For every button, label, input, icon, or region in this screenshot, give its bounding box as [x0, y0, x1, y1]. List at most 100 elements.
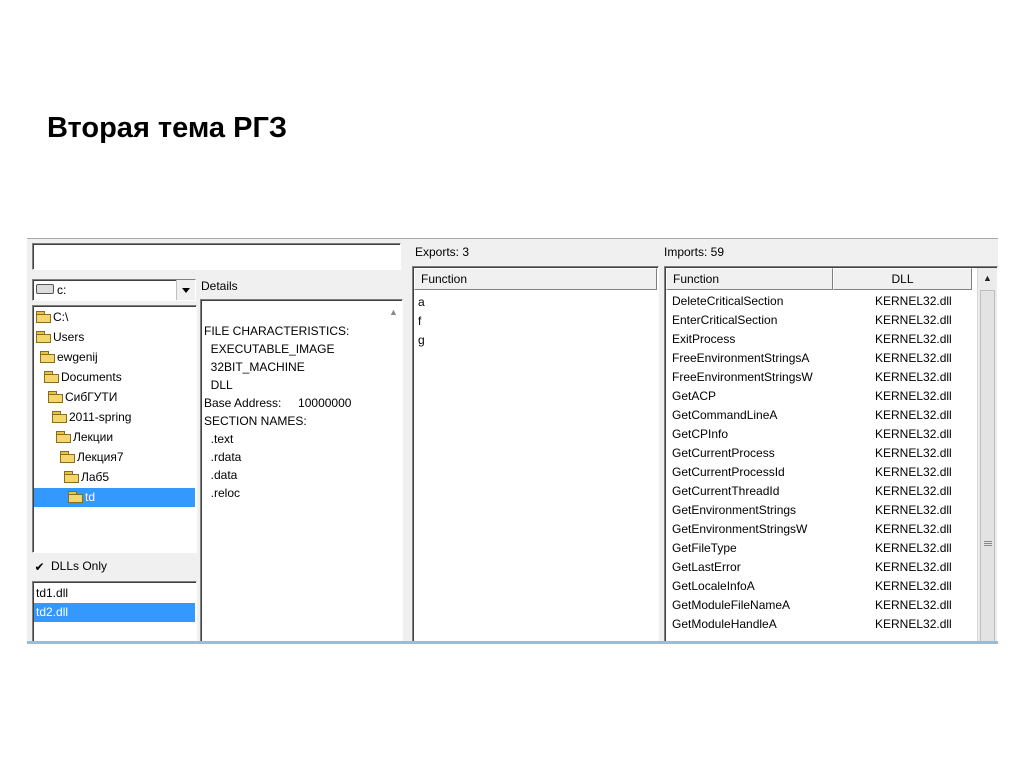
scrollbar-thumb[interactable]	[980, 290, 995, 641]
imports-list: Function DLL DeleteCriticalSection KERNEL…	[664, 266, 998, 641]
folder-icon	[48, 391, 63, 403]
file-list-item[interactable]: td2.dll	[34, 603, 195, 622]
folder-tree-item[interactable]: td	[34, 488, 195, 507]
details-panel: FILE CHARACTERISTICS: EXECUTABLE_IMAGE 3…	[200, 299, 403, 641]
drive-select[interactable]: c:	[32, 279, 196, 301]
folder-tree-item[interactable]: Лаб5	[34, 468, 195, 487]
exports-count: Exports: 3	[415, 245, 470, 259]
import-dll: KERNEL32.dll	[875, 446, 952, 460]
folder-tree: C:\ Users ewgenij Documents СибГУТИ 2011-spri…	[32, 305, 197, 553]
import-row[interactable]: GetEnvironmentStrings KERNEL32.dll	[666, 501, 976, 520]
exports-column-function[interactable]: Function	[414, 268, 657, 290]
import-function: GetEnvironmentStringsW	[672, 522, 808, 536]
import-row[interactable]: GetCurrentThreadId KERNEL32.dll	[666, 482, 976, 501]
details-line: SECTION NAMES:	[204, 414, 307, 428]
import-function: FreeEnvironmentStringsA	[672, 351, 810, 365]
folder-tree-item[interactable]: Users	[34, 328, 195, 347]
export-item[interactable]: f	[418, 312, 421, 331]
folder-label: td	[85, 490, 96, 504]
import-function: GetFileType	[672, 541, 737, 555]
folder-icon	[52, 411, 67, 423]
file-list-item[interactable]: td1.dll	[34, 584, 195, 603]
import-row[interactable]: GetCPInfo KERNEL32.dll	[666, 425, 976, 444]
folder-tree-item[interactable]: Лекция7	[34, 448, 195, 467]
details-line: .rdata	[204, 450, 242, 464]
import-row[interactable]: GetModuleFileNameA KERNEL32.dll	[666, 596, 976, 615]
import-dll: KERNEL32.dll	[875, 389, 952, 403]
folder-tree-item[interactable]: ewgenij	[34, 348, 195, 367]
details-line: EXECUTABLE_IMAGE	[204, 342, 335, 356]
path-input[interactable]	[32, 243, 401, 270]
folder-icon	[68, 491, 83, 503]
details-header: Details	[201, 279, 238, 293]
folder-tree-item[interactable]: Documents	[34, 368, 195, 387]
folder-tree-item[interactable]: C:\	[34, 308, 195, 327]
import-dll: KERNEL32.dll	[875, 617, 952, 631]
dlls-only-checkbox[interactable]: ✔ DLLs Only	[34, 559, 107, 573]
details-line: Base Address: 10000000	[204, 396, 352, 410]
folder-tree-item[interactable]: СибГУТИ	[34, 388, 195, 407]
import-dll: KERNEL32.dll	[875, 503, 952, 517]
import-dll: KERNEL32.dll	[875, 294, 952, 308]
import-function: GetModuleFileNameA	[672, 598, 791, 612]
folder-icon	[44, 371, 59, 383]
import-function: GetCPInfo	[672, 427, 729, 441]
import-row[interactable]: GetFileType KERNEL32.dll	[666, 539, 976, 558]
import-function: GetLastError	[672, 560, 741, 574]
export-item[interactable]: g	[418, 331, 425, 350]
folder-tree-item[interactable]: 2011-spring	[34, 408, 195, 427]
export-item[interactable]: a	[418, 293, 425, 312]
dll-viewer-window: c: C:\ Users ewgenij Documents СибГУТИ 2011-s…	[27, 238, 998, 644]
import-row[interactable]: GetCurrentProcessId KERNEL32.dll	[666, 463, 976, 482]
import-row[interactable]: FreeEnvironmentStringsW KERNEL32.dll	[666, 368, 976, 387]
folder-label: Documents	[61, 370, 122, 384]
details-line: .data	[204, 468, 238, 482]
scroll-up-icon[interactable]: ▲	[385, 304, 402, 321]
folder-icon	[36, 331, 51, 343]
import-function: GetCurrentProcess	[672, 446, 775, 460]
import-row[interactable]: GetCurrentProcess KERNEL32.dll	[666, 444, 976, 463]
import-function: GetCurrentThreadId	[672, 484, 780, 498]
folder-label: C:\	[53, 310, 69, 324]
import-row[interactable]: ExitProcess KERNEL32.dll	[666, 330, 976, 349]
import-dll: KERNEL32.dll	[875, 408, 952, 422]
folder-label: ewgenij	[57, 350, 98, 364]
import-row[interactable]: GetLocaleInfoA KERNEL32.dll	[666, 577, 976, 596]
details-line: FILE CHARACTERISTICS:	[204, 324, 350, 338]
import-row[interactable]: GetACP KERNEL32.dll	[666, 387, 976, 406]
imports-scrollbar[interactable]: ▲	[977, 268, 997, 641]
import-row[interactable]: DeleteCriticalSection KERNEL32.dll	[666, 292, 976, 311]
import-row[interactable]: GetLastError KERNEL32.dll	[666, 558, 976, 577]
scroll-up-icon[interactable]: ▲	[979, 270, 996, 287]
import-function: GetEnvironmentStrings	[672, 503, 797, 517]
folder-label: Лекции	[73, 430, 114, 444]
import-row[interactable]: FreeEnvironmentStringsA KERNEL32.dll	[666, 349, 976, 368]
details-line: DLL	[204, 378, 233, 392]
imports-column-function[interactable]: Function	[666, 268, 833, 290]
import-row[interactable]: GetCommandLineA KERNEL32.dll	[666, 406, 976, 425]
drive-icon	[36, 284, 54, 294]
import-dll: KERNEL32.dll	[875, 465, 952, 479]
dropdown-button[interactable]	[176, 280, 195, 300]
import-dll: KERNEL32.dll	[875, 579, 952, 593]
import-function: DeleteCriticalSection	[672, 294, 784, 308]
import-function: GetLocaleInfoA	[672, 579, 755, 593]
import-function: GetModuleHandleA	[672, 617, 777, 631]
import-dll: KERNEL32.dll	[875, 541, 952, 555]
import-dll: KERNEL32.dll	[875, 370, 952, 384]
import-row[interactable]: GetEnvironmentStringsW KERNEL32.dll	[666, 520, 976, 539]
import-dll: KERNEL32.dll	[875, 427, 952, 441]
exports-list: Function afg	[412, 266, 659, 641]
file-list: td1.dll td2.dll	[32, 581, 197, 641]
folder-label: Users	[53, 330, 85, 344]
folder-icon	[40, 351, 55, 363]
import-function: GetCommandLineA	[672, 408, 778, 422]
import-function: ExitProcess	[672, 332, 736, 346]
folder-tree-item[interactable]: Лекции	[34, 428, 195, 447]
import-row[interactable]: GetModuleHandleA KERNEL32.dll	[666, 615, 976, 634]
folder-icon	[60, 451, 75, 463]
import-row[interactable]: EnterCriticalSection KERNEL32.dll	[666, 311, 976, 330]
imports-column-dll[interactable]: DLL	[833, 268, 972, 290]
import-function: EnterCriticalSection	[672, 313, 778, 327]
import-dll: KERNEL32.dll	[875, 598, 952, 612]
